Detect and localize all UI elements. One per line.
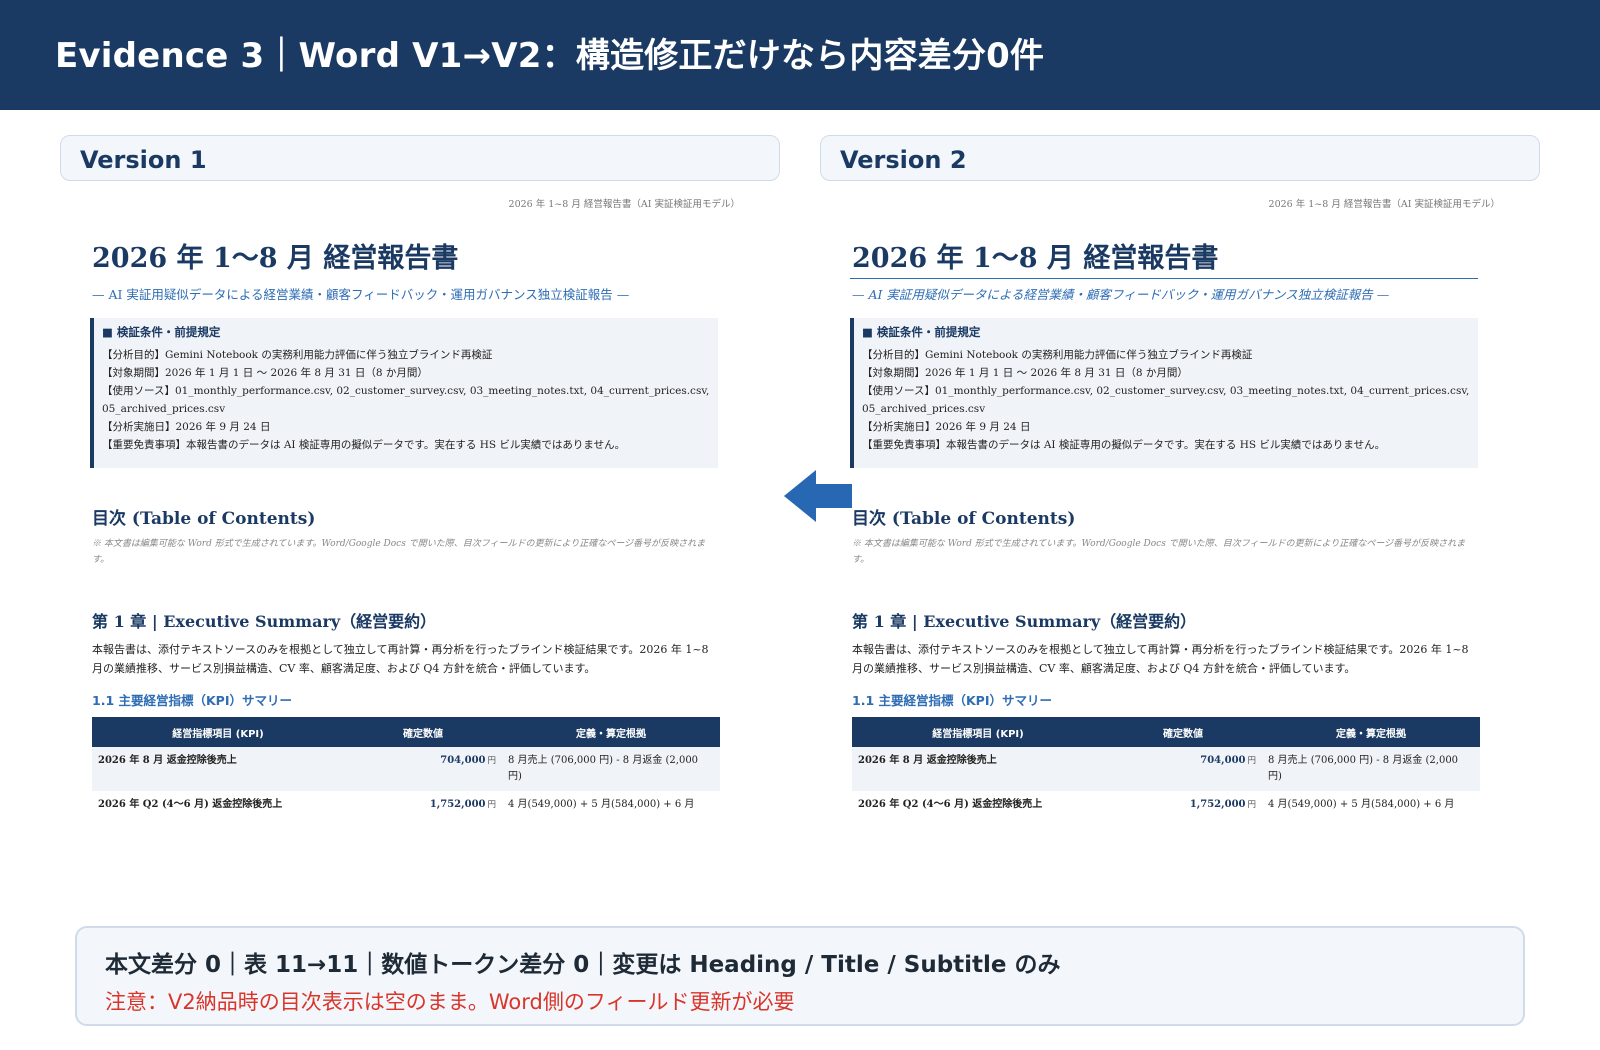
table-row: 2026 年 Q2 (4〜6 月) 返金控除後売上 1,752,000 円 4 月… [852, 791, 1480, 810]
kpi-value: 1,752,000 [1189, 799, 1246, 810]
kpi-value-cell: 1,752,000 円 [1104, 791, 1262, 810]
kpi-table: 経営指標項目 (KPI) 確定数値 定義・算定根拠 2026 年 8 月 返金控… [92, 717, 720, 810]
arrow-left-icon [784, 470, 852, 522]
kpi-item-cell: 2026 年 8 月 返金控除後売上 [92, 747, 344, 791]
document-title: 2026 年 1〜8 月 経営報告書 [852, 243, 1219, 274]
running-head: 2026 年 1~8 月 経営報告書（AI 実証検証用モデル） [1268, 199, 1500, 210]
table-header-row: 経営指標項目 (KPI) 確定数値 定義・算定根拠 [852, 717, 1480, 747]
version-1-document: 2026 年 1~8 月 経営報告書（AI 実証検証用モデル） 2026 年 1… [90, 190, 750, 810]
table-header-cell: 経営指標項目 (KPI) [852, 717, 1104, 747]
table-row: 2026 年 Q2 (4〜6 月) 返金控除後売上 1,752,000 円 4 月… [92, 791, 720, 810]
kpi-unit: 円 [1247, 800, 1256, 810]
kpi-unit: 円 [487, 800, 496, 810]
table-header-row: 経営指標項目 (KPI) 確定数値 定義・算定根拠 [92, 717, 720, 747]
version-1-label: Version 1 [80, 146, 207, 174]
toc-note: ※ 本文書は編集可能な Word 形式で生成されています。Word/Google… [92, 539, 706, 565]
kpi-value-cell: 1,752,000 円 [344, 791, 502, 810]
running-head: 2026 年 1~8 月 経営報告書（AI 実証検証用モデル） [508, 199, 740, 210]
toc-note: ※ 本文書は編集可能な Word 形式で生成されています。Word/Google… [852, 539, 1466, 565]
kpi-value-cell: 704,000 円 [1104, 747, 1262, 791]
condition-line: 【対象期間】2026 年 1 月 1 日 〜 2026 年 8 月 31 日（8… [102, 367, 428, 379]
toc-title: 目次 (Table of Contents) [852, 509, 1076, 529]
version-2-document: 2026 年 1~8 月 経営報告書（AI 実証検証用モデル） 2026 年 1… [850, 190, 1510, 810]
kpi-unit: 円 [1247, 756, 1256, 766]
condition-line: 【分析実施日】2026 年 9 月 24 日 [102, 421, 271, 433]
kpi-item-cell: 2026 年 Q2 (4〜6 月) 返金控除後売上 [858, 799, 1043, 810]
kpi-item-cell: 2026 年 Q2 (4〜6 月) 返金控除後売上 [98, 799, 283, 810]
condition-line: 【対象期間】2026 年 1 月 1 日 〜 2026 年 8 月 31 日（8… [862, 367, 1188, 379]
version-2-label: Version 2 [840, 146, 967, 174]
version-2-header: Version 2 [820, 135, 1540, 181]
condition-line: 【使用ソース】01_monthly_performance.csv, 02_cu… [862, 385, 1470, 415]
section-1-1-title: 1.1 主要経営指標（KPI）サマリー [852, 693, 1052, 708]
document-title: 2026 年 1〜8 月 経営報告書 [92, 243, 459, 274]
condition-line: 【分析目的】Gemini Notebook の実務利用能力評価に伴う独立ブライン… [862, 349, 1253, 361]
conditions-box: ■ 検証条件・前提規定 【分析目的】Gemini Notebook の実務利用能… [850, 318, 1478, 468]
table-header-cell: 定義・算定根拠 [502, 717, 720, 747]
kpi-basis-cell: 8 月売上 (706,000 円) - 8 月返金 (2,000 円) [1262, 747, 1480, 791]
page-title: Evidence 3｜Word V1→V2：構造修正だけなら内容差分0件 [55, 36, 1045, 76]
condition-line: 【重要免責事項】本報告書のデータは AI 検証専用の擬似データです。実在する H… [102, 439, 626, 451]
title-rule [850, 278, 1478, 279]
kpi-value: 704,000 [440, 755, 486, 766]
table-row: 2026 年 8 月 返金控除後売上 704,000 円 8 月売上 (706,0… [852, 747, 1480, 791]
condition-line: 【使用ソース】01_monthly_performance.csv, 02_cu… [102, 385, 710, 415]
condition-line: 【重要免責事項】本報告書のデータは AI 検証専用の擬似データです。実在する H… [862, 439, 1386, 451]
kpi-basis-cell: 4 月(549,000) + 5 月(584,000) + 6 月 [1268, 799, 1455, 810]
kpi-value: 1,752,000 [429, 799, 486, 810]
summary-warning: 注意：V2納品時の目次表示は空のまま。Word側のフィールド更新が必要 [105, 990, 795, 1014]
summary-box: 本文差分 0｜表 11→11｜数値トークン差分 0｜変更は Heading / … [75, 926, 1525, 1026]
kpi-basis-cell: 8 月売上 (706,000 円) - 8 月返金 (2,000 円) [502, 747, 720, 791]
chapter-1-body: 本報告書は、添付テキストソースのみを根拠として独立して再計算・再分析を行ったブラ… [92, 643, 709, 675]
table-header-cell: 経営指標項目 (KPI) [92, 717, 344, 747]
toc-title: 目次 (Table of Contents) [92, 509, 316, 529]
conditions-heading: ■ 検証条件・前提規定 [102, 325, 221, 339]
section-1-1-title: 1.1 主要経営指標（KPI）サマリー [92, 693, 292, 708]
chapter-1-title: 第 1 章 | Executive Summary（経営要約） [852, 612, 1197, 631]
version-1-header: Version 1 [60, 135, 780, 181]
condition-line: 【分析実施日】2026 年 9 月 24 日 [862, 421, 1031, 433]
table-row: 2026 年 8 月 返金控除後売上 704,000 円 8 月売上 (706,0… [92, 747, 720, 791]
top-banner: Evidence 3｜Word V1→V2：構造修正だけなら内容差分0件 [0, 0, 1600, 110]
table-header-cell: 確定数値 [344, 717, 502, 747]
chapter-1-body: 本報告書は、添付テキストソースのみを根拠として独立して再計算・再分析を行ったブラ… [852, 643, 1469, 675]
table-header-cell: 確定数値 [1104, 717, 1262, 747]
conditions-box: ■ 検証条件・前提規定 【分析目的】Gemini Notebook の実務利用能… [90, 318, 718, 468]
kpi-table: 経営指標項目 (KPI) 確定数値 定義・算定根拠 2026 年 8 月 返金控… [852, 717, 1480, 810]
conditions-heading: ■ 検証条件・前提規定 [862, 325, 981, 339]
kpi-value-cell: 704,000 円 [344, 747, 502, 791]
kpi-basis-cell: 4 月(549,000) + 5 月(584,000) + 6 月 [508, 799, 695, 810]
kpi-item-cell: 2026 年 8 月 返金控除後売上 [852, 747, 1104, 791]
kpi-unit: 円 [487, 756, 496, 766]
summary-main: 本文差分 0｜表 11→11｜数値トークン差分 0｜変更は Heading / … [105, 952, 1061, 978]
table-header-cell: 定義・算定根拠 [1262, 717, 1480, 747]
chapter-1-title: 第 1 章 | Executive Summary（経営要約） [92, 612, 437, 631]
kpi-value: 704,000 [1200, 755, 1246, 766]
document-subtitle: — AI 実証用疑似データによる経営業績・顧客フィードバック・運用ガバナンス独立… [92, 287, 630, 302]
document-subtitle: — AI 実証用疑似データによる経営業績・顧客フィードバック・運用ガバナンス独立… [852, 287, 1390, 302]
condition-line: 【分析目的】Gemini Notebook の実務利用能力評価に伴う独立ブライン… [102, 349, 493, 361]
